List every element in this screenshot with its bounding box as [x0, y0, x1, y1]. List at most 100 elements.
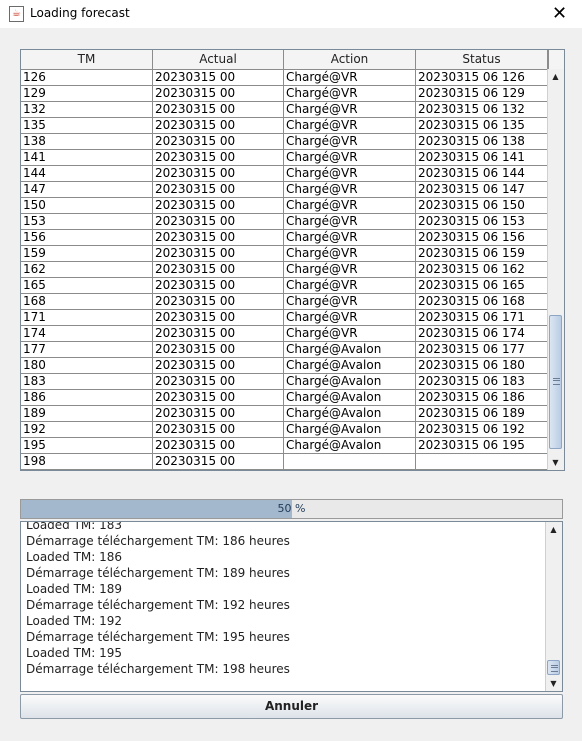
cell-status: 20230315 06 195 [416, 438, 548, 454]
table-row[interactable]: 150 20230315 00 Chargé@VR 20230315 06 150 [21, 198, 548, 214]
cell-actual: 20230315 00 [153, 118, 284, 134]
table-row[interactable]: 156 20230315 00 Chargé@VR 20230315 06 156 [21, 230, 548, 246]
cell-actual: 20230315 00 [153, 246, 284, 262]
table-row[interactable]: 189 20230315 00 Chargé@Avalon 20230315 06 1… [21, 406, 548, 422]
log-scroll-down-icon[interactable]: ▼ [546, 676, 561, 691]
log-area[interactable]: Loaded TM: 183 Démarrage téléchargement T… [20, 521, 563, 692]
cell-tm: 195 [21, 438, 153, 454]
cell-actual: 20230315 00 [153, 102, 284, 118]
cell-status: 20230315 06 189 [416, 406, 548, 422]
cell-actual: 20230315 00 [153, 294, 284, 310]
log-line: Loaded TM: 183 [26, 521, 123, 532]
cell-actual: 20230315 00 [153, 86, 284, 102]
table-row[interactable]: 180 20230315 00 Chargé@Avalon 20230315 06 1… [21, 358, 548, 374]
cell-status: 20230315 06 171 [416, 310, 548, 326]
cell-tm: 156 [21, 230, 153, 246]
scroll-up-icon[interactable]: ▲ [548, 69, 563, 84]
cell-tm: 174 [21, 326, 153, 342]
log-line: Loaded TM: 189 [26, 582, 123, 596]
cell-action: Chargé@VR [284, 310, 416, 326]
cell-tm: 138 [21, 134, 153, 150]
table-row[interactable]: 162 20230315 00 Chargé@VR 20230315 06 162 [21, 262, 548, 278]
cell-action: Chargé@VR [284, 86, 416, 102]
cell-action: Chargé@Avalon [284, 374, 416, 390]
cell-action: Chargé@VR [284, 182, 416, 198]
cell-status: 20230315 06 153 [416, 214, 548, 230]
table-row[interactable]: 135 20230315 00 Chargé@VR 20230315 06 135 [21, 118, 548, 134]
cell-status: 20230315 06 156 [416, 230, 548, 246]
log-line: Démarrage téléchargement TM: 198 heures [26, 662, 290, 676]
cell-action: Chargé@VR [284, 246, 416, 262]
table-row[interactable]: 198 20230315 00 [21, 454, 548, 470]
table-row[interactable]: 177 20230315 00 Chargé@Avalon 20230315 06 1… [21, 342, 548, 358]
cell-tm: 129 [21, 86, 153, 102]
log-scrollbar-thumb[interactable] [547, 660, 560, 675]
cell-actual: 20230315 00 [153, 342, 284, 358]
cell-tm: 141 [21, 150, 153, 166]
table-row[interactable]: 195 20230315 00 Chargé@Avalon 20230315 06 1… [21, 438, 548, 454]
cell-tm: 159 [21, 246, 153, 262]
scroll-down-icon[interactable]: ▼ [548, 455, 563, 470]
grip-icon [553, 378, 560, 385]
cell-action: Chargé@VR [284, 278, 416, 294]
close-button[interactable]: ✕ [537, 0, 582, 28]
scrollbar-thumb[interactable] [549, 315, 562, 449]
cell-status: 20230315 06 138 [416, 134, 548, 150]
cell-actual: 20230315 00 [153, 438, 284, 454]
table-row[interactable]: 174 20230315 00 Chargé@VR 20230315 06 174 [21, 326, 548, 342]
cancel-button[interactable]: Annuler [20, 694, 563, 719]
table-row[interactable]: 183 20230315 00 Chargé@Avalon 20230315 06 1… [21, 374, 548, 390]
cell-status: 20230315 06 141 [416, 150, 548, 166]
table-row[interactable]: 165 20230315 00 Chargé@VR 20230315 06 165 [21, 278, 548, 294]
cell-tm: 189 [21, 406, 153, 422]
table-row[interactable]: 129 20230315 00 Chargé@VR 20230315 06 129 [21, 86, 548, 102]
cell-action: Chargé@VR [284, 262, 416, 278]
log-line: Démarrage téléchargement TM: 186 heures [26, 534, 290, 548]
cell-actual: 20230315 00 [153, 214, 284, 230]
log-line: Loaded TM: 195 [26, 646, 123, 660]
cell-action: Chargé@Avalon [284, 390, 416, 406]
cell-tm: 183 [21, 374, 153, 390]
table-row[interactable]: 132 20230315 00 Chargé@VR 20230315 06 132 [21, 102, 548, 118]
table-row[interactable]: 144 20230315 00 Chargé@VR 20230315 06 144 [21, 166, 548, 182]
cell-status: 20230315 06 186 [416, 390, 548, 406]
table-scrollbar[interactable]: ▲ ▼ [547, 69, 564, 470]
table-row[interactable]: 168 20230315 00 Chargé@VR 20230315 06 168 [21, 294, 548, 310]
table-row[interactable]: 186 20230315 00 Chargé@Avalon 20230315 06 1… [21, 390, 548, 406]
cell-tm: 168 [21, 294, 153, 310]
cell-tm: 132 [21, 102, 153, 118]
cell-tm: 192 [21, 422, 153, 438]
table-body: 126 20230315 00 Chargé@VR 20230315 06 126 12… [21, 70, 548, 470]
cell-status: 20230315 06 177 [416, 342, 548, 358]
table-row[interactable]: 153 20230315 00 Chargé@VR 20230315 06 153 [21, 214, 548, 230]
cell-tm: 198 [21, 454, 153, 470]
table-row[interactable]: 138 20230315 00 Chargé@VR 20230315 06 138 [21, 134, 548, 150]
cell-action: Chargé@VR [284, 294, 416, 310]
cell-status: 20230315 06 180 [416, 358, 548, 374]
log-scrollbar[interactable]: ▲ ▼ [545, 522, 562, 691]
cell-status: 20230315 06 174 [416, 326, 548, 342]
cell-tm: 150 [21, 198, 153, 214]
cell-action: Chargé@VR [284, 214, 416, 230]
table-row[interactable]: 141 20230315 00 Chargé@VR 20230315 06 141 [21, 150, 548, 166]
cell-tm: 165 [21, 278, 153, 294]
cell-status: 20230315 06 183 [416, 374, 548, 390]
cell-status: 20230315 06 132 [416, 102, 548, 118]
column-header-actual[interactable]: Actual [153, 50, 284, 69]
column-header-tm[interactable]: TM [21, 50, 153, 69]
java-icon: ☕ [9, 6, 24, 22]
column-header-action[interactable]: Action [284, 50, 416, 69]
cell-status: 20230315 06 135 [416, 118, 548, 134]
cell-tm: 126 [21, 70, 153, 86]
table-row[interactable]: 159 20230315 00 Chargé@VR 20230315 06 159 [21, 246, 548, 262]
log-scroll-up-icon[interactable]: ▲ [546, 522, 561, 537]
column-header-status[interactable]: Status [416, 50, 548, 69]
cell-actual: 20230315 00 [153, 358, 284, 374]
table-row[interactable]: 171 20230315 00 Chargé@VR 20230315 06 171 [21, 310, 548, 326]
window-title: Loading forecast [30, 6, 130, 20]
table-row[interactable]: 192 20230315 00 Chargé@Avalon 20230315 06 1… [21, 422, 548, 438]
cell-tm: 153 [21, 214, 153, 230]
cell-actual: 20230315 00 [153, 326, 284, 342]
table-row[interactable]: 147 20230315 00 Chargé@VR 20230315 06 147 [21, 182, 548, 198]
table-row[interactable]: 126 20230315 00 Chargé@VR 20230315 06 126 [21, 70, 548, 86]
